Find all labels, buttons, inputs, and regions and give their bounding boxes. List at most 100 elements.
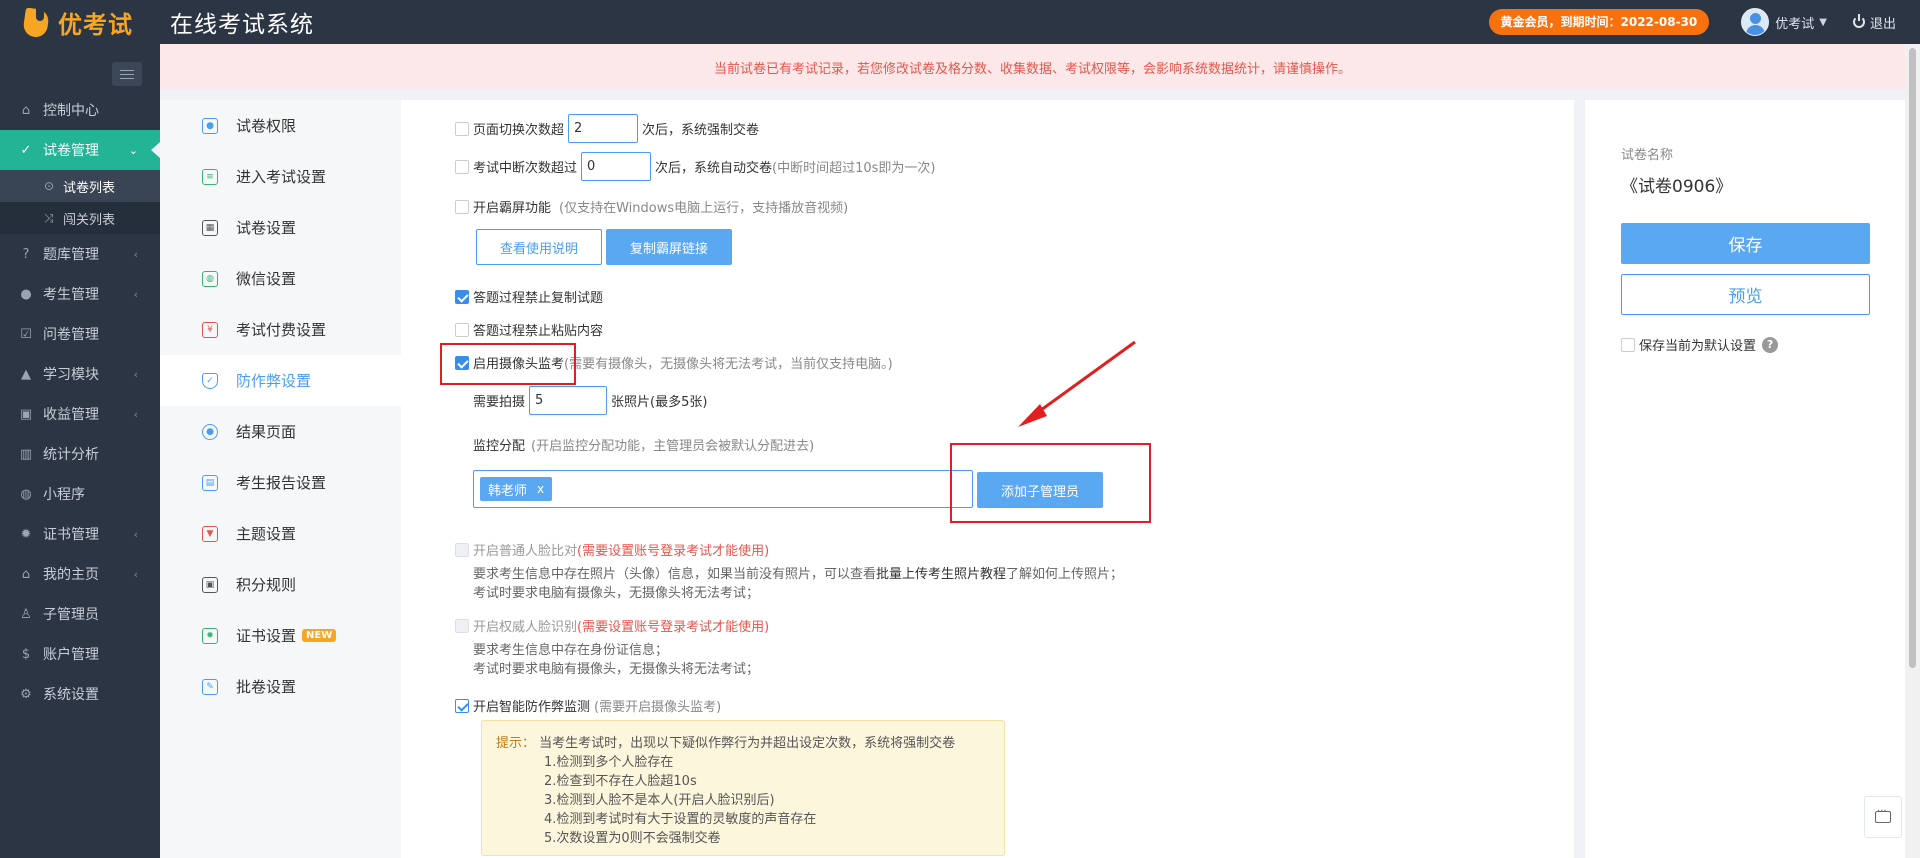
- fullscreen-row: 开启霸屏功能 (仅支持在Windows电脑上运行，支持播放音视频): [455, 197, 848, 216]
- no-copy-row: 答题过程禁止复制试题: [455, 287, 603, 306]
- user-icon: ●: [20, 286, 32, 302]
- sub-item-exam-list[interactable]: ⊙ 试卷列表: [0, 170, 160, 202]
- shuffle-icon: ⤨: [44, 210, 54, 225]
- face-compare-checkbox[interactable]: [455, 542, 469, 557]
- interrupt-row: 考试中断次数超过 次后，系统自动交卷 (中断时间超过10s即为一次): [455, 152, 936, 181]
- settings-tabs: ● 试卷权限 ≡ 进入考试设置 ▦ 试卷设置 ◍ 微信设置 ¥ 考试付费设置 ✓…: [160, 100, 401, 858]
- page-scrollbar[interactable]: [1905, 44, 1920, 858]
- report-icon: ▤: [202, 474, 218, 491]
- fullscreen-checkbox[interactable]: [455, 199, 469, 214]
- nav-item-miniprogram[interactable]: ◍ 小程序: [0, 474, 160, 514]
- face-auth-desc-2: 考试时要求电脑有摄像头，无摄像头将无法考试；: [473, 662, 760, 677]
- tab-entry-settings[interactable]: ≡ 进入考试设置: [160, 151, 401, 202]
- avatar[interactable]: [1741, 8, 1770, 36]
- nav-item-account[interactable]: $ 账户管理: [0, 634, 160, 674]
- preview-button[interactable]: 预览: [1621, 274, 1870, 315]
- interrupt-count-input[interactable]: [581, 152, 652, 181]
- tip-item-1: 1.检测到多个人脸存在: [544, 755, 674, 770]
- nav-item-exam-management[interactable]: ✓ 试卷管理 ⌄: [0, 130, 160, 170]
- checkbox-icon: ☑: [20, 326, 32, 342]
- bar-chart-icon: ▥: [19, 446, 33, 462]
- no-copy-checkbox[interactable]: [455, 289, 469, 304]
- close-icon[interactable]: x: [537, 482, 544, 496]
- smart-monitor-checkbox[interactable]: [455, 698, 469, 713]
- page-switch-checkbox[interactable]: [455, 121, 469, 136]
- nav-item-dashboard[interactable]: ⌂ 控制中心: [0, 90, 160, 130]
- nav-item-question-bank[interactable]: ? 题库管理 ‹: [0, 234, 160, 274]
- new-badge: NEW: [302, 629, 337, 642]
- scrollbar-thumb[interactable]: [1909, 48, 1916, 668]
- tip-item-4: 4.检测到考试时有大于设置的灵敏度的声音存在: [544, 812, 817, 827]
- sub-admin-icon: ♙: [20, 606, 32, 622]
- chevron-down-icon[interactable]: ▼: [1819, 17, 1827, 28]
- logo[interactable]: 优考试: [0, 0, 160, 44]
- tab-payment-settings[interactable]: ¥ 考试付费设置: [160, 304, 401, 355]
- money-icon: ▣: [19, 406, 33, 422]
- face-auth-checkbox[interactable]: [455, 618, 469, 633]
- nav-item-settings[interactable]: ⚙ 系统设置: [0, 674, 160, 714]
- tab-report-settings[interactable]: ▤ 考生报告设置: [160, 457, 401, 508]
- chat-button[interactable]: [1864, 796, 1902, 838]
- gear-icon: ⚙: [20, 686, 32, 702]
- chevron-left-icon: ‹: [133, 527, 138, 541]
- sub-item-level-list[interactable]: ⤨ 闯关列表: [0, 202, 160, 234]
- tab-points-rules[interactable]: ▣ 积分规则: [160, 559, 401, 610]
- bank-icon: ⌂: [21, 566, 31, 582]
- gift-icon: ▣: [202, 576, 218, 593]
- assignee-select[interactable]: 韩老师 x: [473, 470, 973, 508]
- lock-icon: ●: [202, 117, 218, 134]
- check-circle-icon: ✓: [20, 142, 32, 158]
- username-menu[interactable]: 优考试: [1775, 13, 1814, 32]
- menu-toggle-icon[interactable]: [112, 62, 142, 86]
- face-compare-desc: 要求考生信息中存在照片（头像）信息，如果当前没有照片，可以查看批量上传考生照片教…: [473, 567, 1124, 582]
- save-button[interactable]: 保存: [1621, 223, 1870, 264]
- tab-anti-cheat[interactable]: ✓ 防作弊设置: [160, 355, 401, 406]
- power-icon: [1852, 14, 1865, 28]
- graduation-icon: ▲: [21, 366, 31, 382]
- right-panel: 试卷名称 《试卷0906》 保存 预览 保存当前为默认设置 ?: [1585, 100, 1905, 858]
- logo-text: 优考试: [58, 10, 133, 39]
- tab-theme-settings[interactable]: ▼ 主题设置: [160, 508, 401, 559]
- tab-result-page[interactable]: ● 结果页面: [160, 406, 401, 457]
- view-guide-button[interactable]: 查看使用说明: [476, 229, 602, 265]
- chevron-down-icon: ⌄: [128, 143, 138, 157]
- dollar-icon: $: [21, 646, 31, 662]
- question-icon: ?: [22, 246, 30, 262]
- shield-icon: ✓: [202, 372, 218, 389]
- nav-item-sub-admins[interactable]: ♙ 子管理员: [0, 594, 160, 634]
- nav-item-surveys[interactable]: ☑ 问卷管理: [0, 314, 160, 354]
- tip-intro: 当考生考试时，出现以下疑似作弊行为并超出设定次数，系统将强制交卷: [539, 736, 956, 751]
- interrupt-checkbox[interactable]: [455, 159, 469, 174]
- member-badge[interactable]: 黄金会员，到期时间：2022-08-30: [1488, 9, 1710, 35]
- warning-banner: 当前试卷已有考试记录，若您修改试卷及格分数、收集数据、考试权限等，会影响系统数据…: [160, 44, 1905, 90]
- wechat-icon: ◍: [202, 270, 218, 287]
- tip-label: 提示：: [496, 736, 536, 751]
- no-paste-checkbox[interactable]: [455, 322, 469, 337]
- tab-paper-settings[interactable]: ▦ 试卷设置: [160, 202, 401, 253]
- nav-item-certificates[interactable]: ✹ 证书管理 ‹: [0, 514, 160, 554]
- tab-grading-settings[interactable]: ✎ 批卷设置: [160, 661, 401, 712]
- copy-fullscreen-link-button[interactable]: 复制霸屏链接: [606, 229, 732, 265]
- nav-item-revenue[interactable]: ▣ 收益管理 ‹: [0, 394, 160, 434]
- tab-certificate-settings[interactable]: ✹ 证书设置 NEW: [160, 610, 401, 661]
- home-icon: ⌂: [21, 102, 31, 118]
- wechat-icon: ◍: [20, 486, 32, 502]
- nav-item-learning[interactable]: ▲ 学习模块 ‹: [0, 354, 160, 394]
- upload-photo-tutorial-link[interactable]: 批量上传考生照片教程: [876, 567, 1006, 582]
- page-switch-count-input[interactable]: [568, 114, 639, 143]
- save-default-checkbox[interactable]: [1621, 337, 1635, 352]
- nav-item-statistics[interactable]: ▥ 统计分析: [0, 434, 160, 474]
- face-auth-row: 开启权威人脸识别 (需要设置账号登录考试才能使用): [455, 616, 769, 635]
- nav-item-candidates[interactable]: ● 考生管理 ‹: [0, 274, 160, 314]
- grid-icon: ▦: [202, 219, 218, 236]
- photo-count-input[interactable]: [529, 386, 608, 415]
- nav-item-homepage[interactable]: ⌂ 我的主页 ‹: [0, 554, 160, 594]
- tab-wechat-settings[interactable]: ◍ 微信设置: [160, 253, 401, 304]
- smart-monitor-row: 开启智能防作弊监测 (需要开启摄像头监考): [455, 696, 721, 715]
- yen-icon: ¥: [202, 321, 218, 338]
- tab-exam-permissions[interactable]: ● 试卷权限: [160, 100, 401, 151]
- anti-cheat-tip: 提示： 当考生考试时，出现以下疑似作弊行为并超出设定次数，系统将强制交卷 1.检…: [481, 720, 1005, 856]
- logout-button[interactable]: 退出: [1852, 13, 1896, 32]
- help-icon[interactable]: ?: [1762, 336, 1779, 353]
- paper-name: 《试卷0906》: [1621, 177, 1733, 197]
